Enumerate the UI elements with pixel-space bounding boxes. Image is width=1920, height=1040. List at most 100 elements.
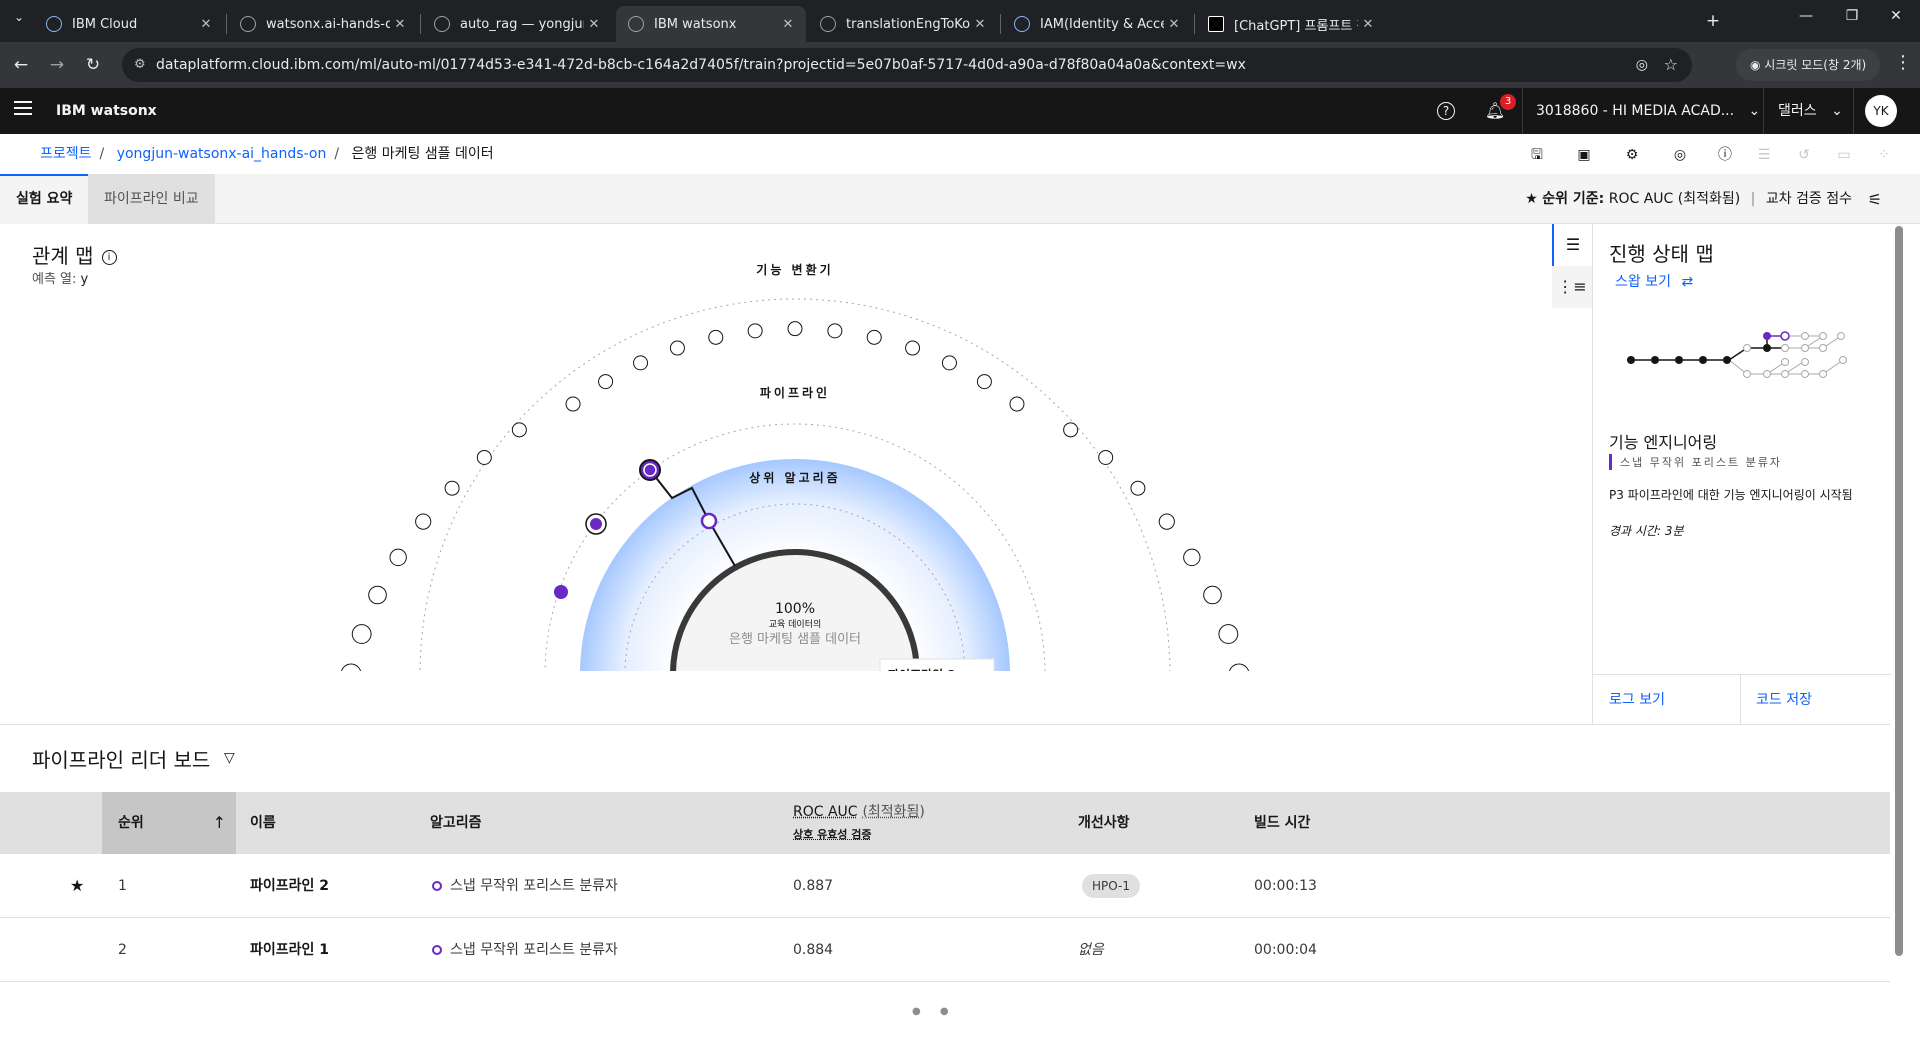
feature-node[interactable]	[866, 329, 882, 345]
feature-node[interactable]	[1203, 585, 1222, 605]
feature-node[interactable]	[598, 374, 614, 390]
view-log-link[interactable]: 로그 보기	[1609, 675, 1665, 725]
table-row[interactable]: ★ 1 파이프라인 2 스냅 무작위 포리스트 분류자 0.887 HPO-1 …	[0, 854, 1890, 918]
browser-tab-6[interactable]: IAM(Identity & Access Manag ✕	[1002, 6, 1192, 42]
column-header-algorithm[interactable]: 알고리즘	[430, 792, 482, 854]
eye-off-icon[interactable]: ◎	[1636, 48, 1648, 82]
pagination-dots[interactable]: ● ●	[912, 1006, 957, 1017]
browser-tab-5[interactable]: translationEngToKor_test — yo ✕	[808, 6, 998, 42]
close-icon[interactable]: ✕	[390, 17, 410, 32]
tab-pipeline-compare[interactable]: 파이프라인 비교	[88, 174, 215, 224]
feature-node[interactable]	[389, 548, 407, 567]
progress-map-view-icon[interactable]: ☰	[1552, 224, 1592, 266]
feature-node[interactable]	[827, 323, 843, 339]
bookmark-star-icon[interactable]: ☆	[1664, 48, 1678, 82]
target-icon[interactable]: ◎	[1670, 145, 1690, 165]
column-header-metric[interactable]: ROC AUC (최적화됨) 상호 유효성 검증	[793, 792, 993, 854]
feature-node[interactable]	[669, 340, 685, 356]
pipeline-name-cell[interactable]: 파이프라인 1	[250, 918, 329, 982]
browser-tab-4-active[interactable]: IBM watsonx ✕	[616, 6, 806, 42]
settings-icon[interactable]: ⚙	[1622, 145, 1642, 165]
breadcrumb-projects-link[interactable]: 프로젝트	[40, 146, 92, 162]
bars-icon[interactable]: ☰	[1754, 145, 1774, 165]
feature-node[interactable]	[905, 340, 921, 356]
feature-node[interactable]	[1228, 663, 1250, 684]
feature-node[interactable]	[351, 624, 372, 644]
new-tab-icon[interactable]: +	[1700, 8, 1726, 34]
column-header-rank[interactable]: 순위 ↑	[102, 792, 236, 854]
ranking-basis[interactable]: ★ 순위 기준: ROC AUC (최적화됨) | 교차 검증 점수	[1525, 174, 1852, 224]
history-icon[interactable]: ↺	[1794, 145, 1814, 165]
tab-experiment-summary[interactable]: 실험 요약	[0, 174, 89, 224]
comment-icon[interactable]: ▭	[1834, 145, 1854, 165]
column-header-enhancements[interactable]: 개선사항	[1078, 792, 1130, 854]
hamburger-menu-icon[interactable]	[14, 101, 32, 119]
reload-icon[interactable]: ↻	[80, 52, 106, 78]
feature-node[interactable]	[1063, 422, 1079, 438]
adjust-settings-icon[interactable]: ⚟	[1868, 190, 1882, 209]
feature-node[interactable]	[1218, 624, 1239, 644]
close-icon[interactable]: ✕	[1164, 17, 1184, 32]
feature-node[interactable]	[511, 422, 527, 438]
feature-node[interactable]	[976, 374, 992, 390]
browser-tab-1[interactable]: IBM Cloud ✕	[34, 6, 224, 42]
feature-node[interactable]	[941, 355, 957, 371]
close-icon[interactable]: ✕	[1358, 17, 1378, 32]
browser-tab-7[interactable]: [ChatGPT] 프롬프트 작성 가이 ✕	[1196, 6, 1386, 42]
restore-icon[interactable]: ❐	[1832, 8, 1872, 24]
url-field[interactable]: ⚙ dataplatform.cloud.ibm.com/ml/auto-ml/…	[122, 48, 1692, 82]
filter-icon[interactable]: ▽	[224, 750, 235, 766]
feature-node[interactable]	[1158, 513, 1175, 530]
incognito-indicator[interactable]: ◉ 시크릿 모드(창 2개)	[1736, 49, 1881, 81]
feature-node[interactable]	[708, 329, 724, 345]
save-code-link[interactable]: 코드 저장	[1756, 675, 1812, 725]
grid-icon[interactable]: ⁘	[1874, 145, 1894, 165]
site-info-icon[interactable]: ⚙	[134, 48, 146, 82]
close-icon[interactable]: ✕	[196, 17, 216, 32]
save-icon[interactable]: 🖫	[1527, 145, 1547, 165]
pipeline-node[interactable]	[554, 585, 568, 599]
brand-name[interactable]: IBM watsonx	[56, 88, 157, 134]
table-row[interactable]: 2 파이프라인 1 스냅 무작위 포리스트 분류자 0.884 없음 00:00…	[0, 918, 1890, 982]
browser-tab-2[interactable]: watsonx.ai-hands-on/README ✕	[228, 6, 418, 42]
feature-node[interactable]	[747, 323, 763, 339]
feature-node[interactable]	[1009, 396, 1025, 412]
column-header-name[interactable]: 이름	[250, 792, 276, 854]
forward-icon[interactable]: →	[44, 52, 70, 78]
breadcrumb-project-link[interactable]: yongjun-watsonx-ai_hands-on	[117, 146, 327, 162]
feature-node[interactable]	[1130, 480, 1146, 496]
help-icon[interactable]: ?	[1437, 102, 1455, 120]
close-icon[interactable]: ✕	[584, 17, 604, 32]
tab-separator	[226, 14, 227, 34]
feature-node[interactable]	[1098, 449, 1114, 465]
notebook-icon[interactable]: ▣	[1574, 145, 1594, 165]
avatar[interactable]: YK	[1865, 95, 1897, 127]
feature-node[interactable]	[340, 663, 362, 684]
feature-node[interactable]	[368, 585, 387, 605]
info-icon[interactable]: ⓘ	[1715, 145, 1735, 165]
tab-search-icon[interactable]: ⌄	[6, 4, 32, 30]
swap-view-link[interactable]: 스왑 보기 ⇄	[1615, 271, 1693, 291]
feature-node[interactable]	[415, 513, 432, 530]
back-icon[interactable]: ←	[8, 52, 34, 78]
pipeline-name-cell[interactable]: 파이프라인 2	[250, 854, 329, 918]
feature-node[interactable]	[565, 396, 581, 412]
browser-tab-3[interactable]: auto_rag — yongjun-watsonx ✕	[422, 6, 612, 42]
region-switcher[interactable]: 댈러스 ⌄	[1778, 88, 1843, 134]
minimize-icon[interactable]: —	[1786, 8, 1826, 24]
page-scrollbar[interactable]	[1893, 224, 1905, 1040]
feature-node[interactable]	[476, 449, 492, 465]
feature-node[interactable]	[1183, 548, 1201, 567]
column-header-build-time[interactable]: 빌드 시간	[1254, 792, 1310, 854]
feature-node[interactable]	[633, 355, 649, 371]
close-icon[interactable]: ✕	[970, 17, 990, 32]
feature-node[interactable]	[444, 480, 460, 496]
feature-node[interactable]	[787, 321, 803, 337]
algorithm-node[interactable]	[700, 512, 718, 530]
browser-menu-icon[interactable]: ⋮	[1894, 52, 1912, 73]
close-icon[interactable]: ✕	[778, 17, 798, 32]
list-view-icon[interactable]: ⋮≡	[1552, 266, 1592, 308]
account-switcher[interactable]: 3018860 - HI MEDIA ACAD... ⌄	[1536, 88, 1760, 134]
scrollbar-thumb[interactable]	[1895, 226, 1903, 956]
window-close-icon[interactable]: ✕	[1876, 8, 1916, 24]
